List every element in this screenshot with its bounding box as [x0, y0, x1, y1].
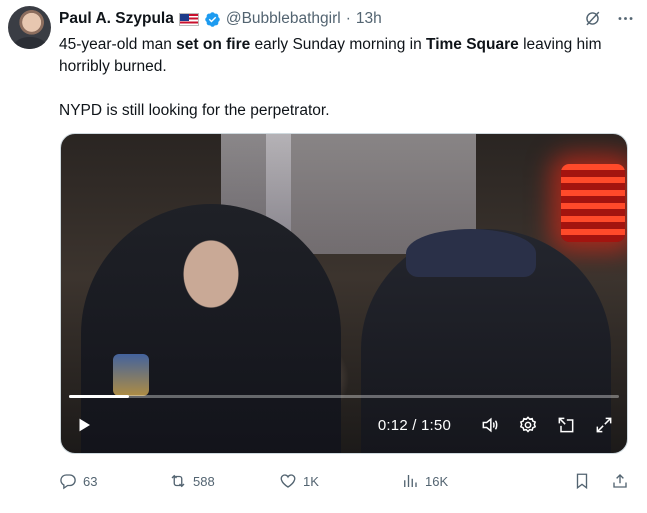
heart-icon: [280, 474, 296, 488]
header-actions: [583, 9, 635, 28]
repost-icon: [171, 474, 185, 488]
video-controls: 0:12 / 1:50: [61, 397, 627, 453]
share-icon: [613, 474, 627, 488]
tweet-text-line2: NYPD is still looking for the perpetrato…: [59, 102, 330, 119]
tweet[interactable]: Paul A. Szypula @Bubblebathgirl · 13h 45…: [0, 0, 647, 513]
like-button[interactable]: 1K: [279, 472, 401, 490]
repost-button[interactable]: 588: [169, 472, 279, 490]
handle[interactable]: @Bubblebathgirl: [226, 10, 341, 28]
view-count: 16K: [425, 473, 449, 489]
settings-icon[interactable]: [517, 414, 539, 436]
share-button[interactable]: [611, 472, 629, 490]
display-name[interactable]: Paul A. Szypula: [59, 10, 174, 28]
more-options-icon[interactable]: [616, 9, 635, 28]
video-player[interactable]: 0:12 / 1:50: [60, 133, 628, 454]
separator-dot: ·: [345, 10, 351, 27]
reply-button[interactable]: 63: [59, 472, 169, 490]
tweet-text: 45-year-old man set on fire early Sunday…: [59, 34, 629, 122]
like-count: 1K: [303, 473, 319, 489]
tweet-actions-right: [573, 472, 629, 490]
verified-badge-icon: [205, 11, 220, 27]
volume-icon[interactable]: [479, 414, 501, 436]
views-icon: [404, 475, 417, 487]
reply-count: 63: [83, 473, 98, 489]
play-icon[interactable]: [75, 414, 97, 436]
tweet-actions: 63 588 1K 16K: [59, 470, 629, 492]
dock-icon[interactable]: [555, 414, 577, 436]
bookmark-button[interactable]: [573, 472, 591, 490]
fullscreen-icon[interactable]: [593, 414, 615, 436]
reply-icon: [60, 474, 76, 490]
grok-icon[interactable]: [583, 9, 602, 28]
police-cap: [406, 229, 536, 277]
bookmark-icon: [576, 473, 588, 490]
us-flag-icon: [178, 12, 199, 26]
timestamp[interactable]: 13h: [356, 10, 382, 28]
views-button[interactable]: 16K: [401, 472, 551, 490]
tweet-header: Paul A. Szypula @Bubblebathgirl · 13h: [59, 8, 635, 30]
video-time: 0:12 / 1:50: [377, 416, 451, 434]
avatar[interactable]: [8, 6, 51, 49]
tail-light: [561, 164, 625, 242]
repost-count: 588: [193, 473, 215, 489]
tweet-text-line1: 45-year-old man set on fire early Sunday…: [59, 36, 602, 75]
nypd-patch: [113, 354, 149, 396]
